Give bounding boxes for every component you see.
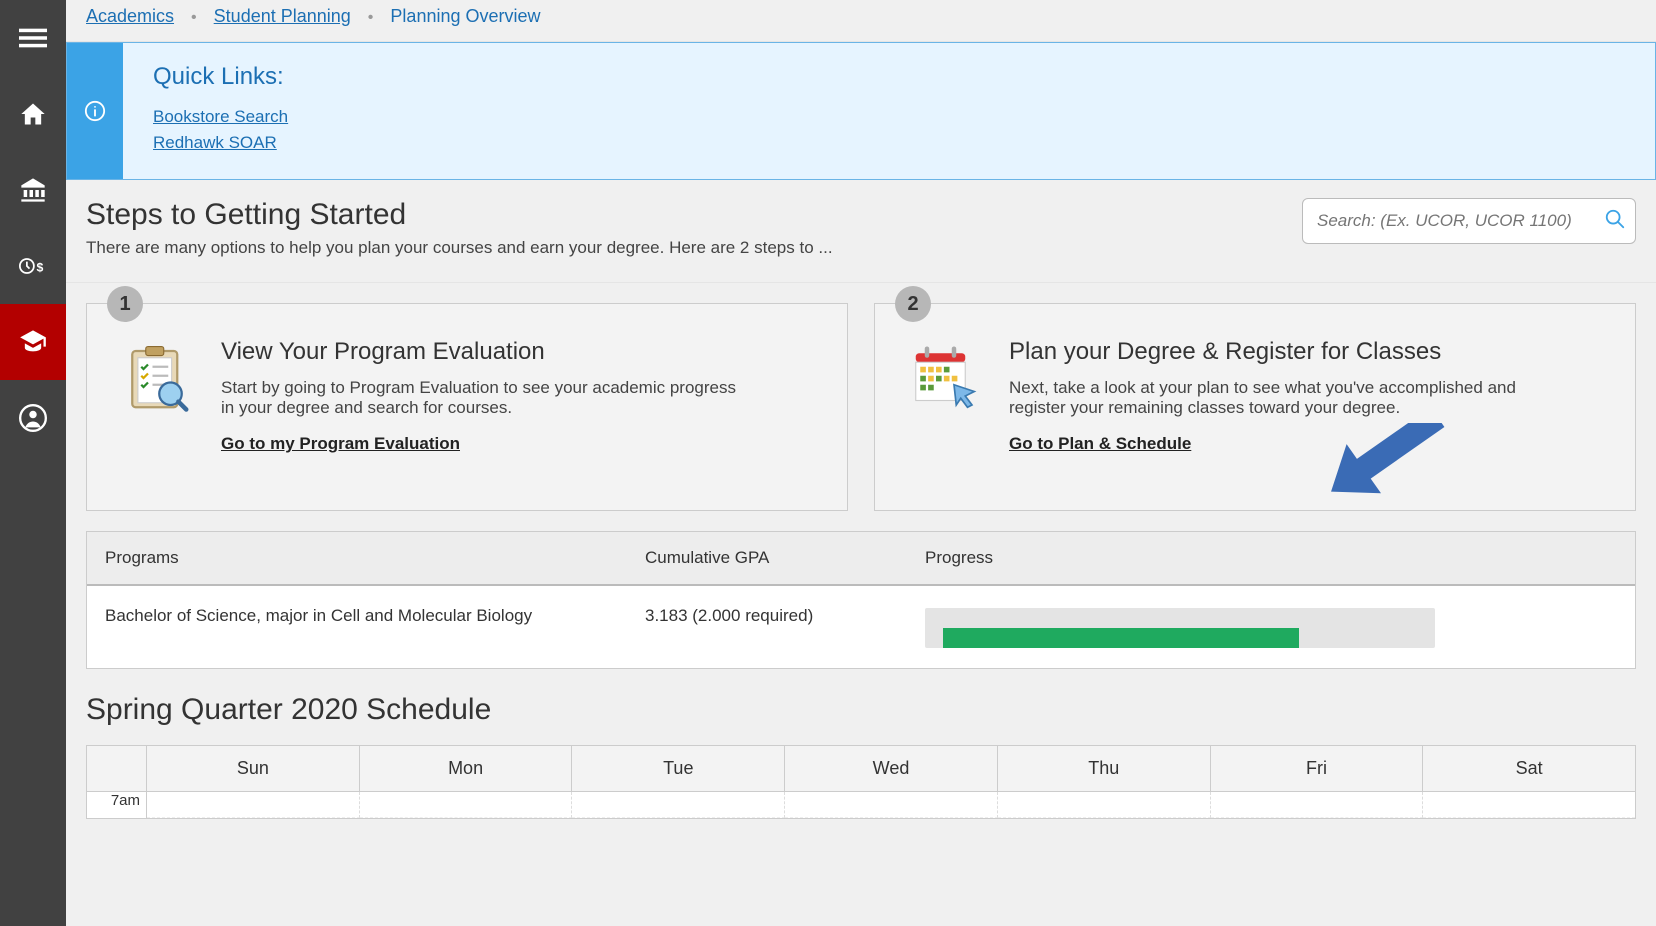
home-icon[interactable] (0, 76, 66, 152)
card-desc: Next, take a look at your plan to see wh… (1009, 378, 1529, 418)
quick-links-title: Quick Links: (153, 63, 288, 91)
side-nav: $ (0, 0, 66, 926)
card-title: Plan your Degree & Register for Classes (1009, 338, 1529, 366)
gpa-value: 3.183 (2.000 required) (627, 586, 907, 668)
col-header: Progress (907, 532, 1635, 584)
main-content: Academics • Student Planning • Planning … (66, 0, 1656, 926)
day-header: Fri (1211, 746, 1424, 791)
day-header: Tue (572, 746, 785, 791)
schedule-section: Spring Quarter 2020 Schedule Sun Mon Tue… (86, 693, 1636, 819)
col-header: Programs (87, 532, 627, 584)
breadcrumb: Academics • Student Planning • Planning … (66, 0, 1656, 42)
breadcrumb-link[interactable]: Student Planning (214, 6, 351, 26)
page-title: Steps to Getting Started (86, 198, 833, 232)
schedule-title: Spring Quarter 2020 Schedule (86, 693, 1636, 727)
search-icon (1604, 208, 1626, 230)
search-box (1302, 198, 1636, 244)
program-eval-link[interactable]: Go to my Program Evaluation (221, 434, 460, 453)
card-title: View Your Program Evaluation (221, 338, 741, 366)
progress-bar (925, 608, 1435, 648)
schedule-grid: Sun Mon Tue Wed Thu Fri Sat 7am (86, 745, 1636, 819)
day-header: Thu (998, 746, 1211, 791)
calendar-cursor-icon (905, 338, 985, 418)
bank-icon[interactable] (0, 152, 66, 228)
programs-table: Programs Cumulative GPA Progress Bachelo… (86, 531, 1636, 669)
info-icon (67, 43, 123, 179)
step-card-1: 1 (86, 303, 848, 511)
breadcrumb-link[interactable]: Academics (86, 6, 174, 26)
table-row: Bachelor of Science, major in Cell and M… (87, 586, 1635, 668)
quick-link[interactable]: Bookstore Search (153, 107, 288, 127)
step-cards: 1 (66, 283, 1656, 511)
plan-schedule-link[interactable]: Go to Plan & Schedule (1009, 434, 1191, 453)
col-header: Cumulative GPA (627, 532, 907, 584)
clock-dollar-icon[interactable]: $ (0, 228, 66, 304)
page-subtitle: There are many options to help you plan … (86, 238, 833, 258)
graduation-icon[interactable] (0, 304, 66, 380)
card-desc: Start by going to Program Evaluation to … (221, 378, 741, 418)
time-label: 7am (87, 792, 147, 818)
day-header: Sat (1423, 746, 1635, 791)
quick-link[interactable]: Redhawk SOAR (153, 133, 288, 153)
menu-icon[interactable] (0, 0, 66, 76)
getting-started-header: Steps to Getting Started There are many … (66, 180, 1656, 283)
search-button[interactable] (1604, 208, 1626, 233)
day-header: Mon (360, 746, 573, 791)
day-header: Sun (147, 746, 360, 791)
quick-links-box: Quick Links: Bookstore Search Redhawk SO… (66, 42, 1656, 180)
day-header: Wed (785, 746, 998, 791)
search-input[interactable] (1302, 198, 1636, 244)
clipboard-search-icon (117, 338, 197, 418)
step-card-2: 2 Plan your Degree & Reg (874, 303, 1636, 511)
user-icon[interactable] (0, 380, 66, 456)
breadcrumb-current: Planning Overview (390, 6, 540, 26)
svg-text:$: $ (37, 260, 44, 274)
step-badge: 2 (895, 286, 931, 322)
step-badge: 1 (107, 286, 143, 322)
program-name: Bachelor of Science, major in Cell and M… (87, 586, 627, 668)
progress-fill (943, 628, 1299, 648)
